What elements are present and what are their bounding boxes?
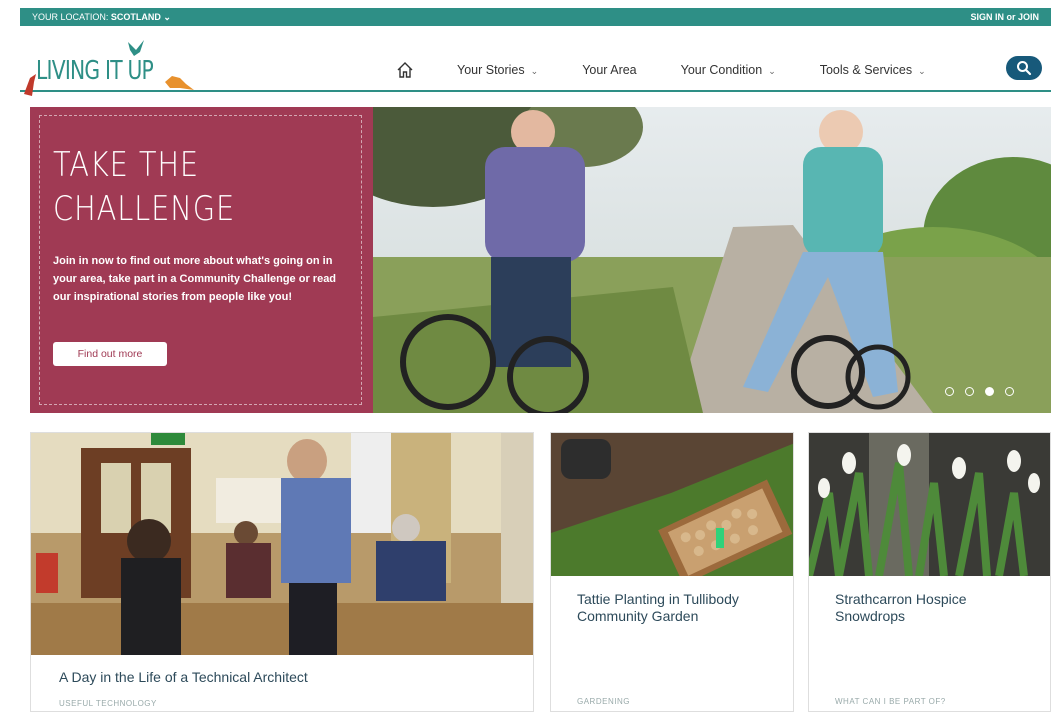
- card-image-snowdrops: [809, 433, 1050, 581]
- hero-title-line: CHALLENGE: [53, 189, 236, 229]
- home-icon[interactable]: [395, 60, 415, 80]
- card-image-meeting: [31, 433, 533, 660]
- card-title[interactable]: A Day in the Life of a Technical Archite…: [59, 669, 519, 686]
- story-card[interactable]: A Day in the Life of a Technical Archite…: [30, 432, 534, 712]
- card-category[interactable]: USEFUL TECHNOLOGY: [59, 699, 157, 708]
- hero-title-line: TAKE THE: [53, 145, 200, 185]
- story-card[interactable]: Strathcarron Hospice Snowdrops WHAT CAN …: [808, 432, 1051, 712]
- location-value: SCOTLAND: [110, 11, 161, 22]
- site-header: LIVING IT UP Your Stories ⌄ Your Area You…: [20, 26, 1051, 96]
- story-card[interactable]: Tattie Planting in Tullibody Community G…: [550, 432, 794, 712]
- search-button[interactable]: [1006, 56, 1042, 80]
- location-selector[interactable]: YOUR LOCATION: SCOTLAND ⌄: [32, 12, 171, 23]
- logo-text: LIVING IT UP: [36, 56, 154, 86]
- chevron-down-icon: ⌄: [163, 11, 171, 22]
- site-logo[interactable]: LIVING IT UP: [20, 38, 210, 96]
- nav-label: Your Stories: [457, 63, 525, 77]
- carousel-dot-active[interactable]: [985, 387, 994, 396]
- carousel-dot[interactable]: [1005, 387, 1014, 396]
- location-label: YOUR LOCATION:: [32, 11, 109, 22]
- nav-label: Your Condition: [680, 63, 763, 77]
- hero-title: TAKE THE CHALLENGE: [53, 143, 308, 231]
- nav-label: Tools & Services: [819, 63, 913, 77]
- chevron-down-icon: ⌄: [768, 66, 776, 76]
- nav-tools-services[interactable]: Tools & Services ⌄: [820, 63, 926, 77]
- card-title[interactable]: Strathcarron Hospice Snowdrops: [835, 591, 1035, 625]
- hero-promo-panel: TAKE THE CHALLENGE Join in now to find o…: [30, 107, 373, 413]
- nav-your-stories[interactable]: Your Stories ⌄: [457, 63, 538, 77]
- hero-description: Join in now to find out more about what'…: [53, 255, 337, 303]
- chevron-down-icon: ⌄: [530, 66, 539, 76]
- search-icon: [1017, 61, 1032, 76]
- main-nav: Your Stories ⌄ Your Area Your Condition ⌄ …: [395, 60, 970, 80]
- card-image-potatoes: [551, 433, 793, 585]
- chevron-down-icon: ⌄: [918, 66, 926, 76]
- hero-photo-cyclists: [323, 107, 1051, 413]
- nav-label: Your Area: [582, 63, 637, 77]
- nav-your-area[interactable]: Your Area: [582, 63, 636, 77]
- signin-join-link[interactable]: SIGN IN or JOIN: [970, 12, 1039, 22]
- location-bar: YOUR LOCATION: SCOTLAND ⌄ SIGN IN or JOI…: [20, 8, 1051, 26]
- carousel-dot[interactable]: [965, 387, 974, 396]
- nav-your-condition[interactable]: Your Condition ⌄: [681, 63, 776, 77]
- card-title[interactable]: Tattie Planting in Tullibody Community G…: [577, 591, 777, 625]
- carousel-dots: [945, 387, 1025, 396]
- find-out-more-button[interactable]: Find out more: [53, 342, 167, 366]
- carousel-dot[interactable]: [945, 387, 954, 396]
- hero-carousel: TAKE THE CHALLENGE Join in now to find o…: [30, 107, 1051, 413]
